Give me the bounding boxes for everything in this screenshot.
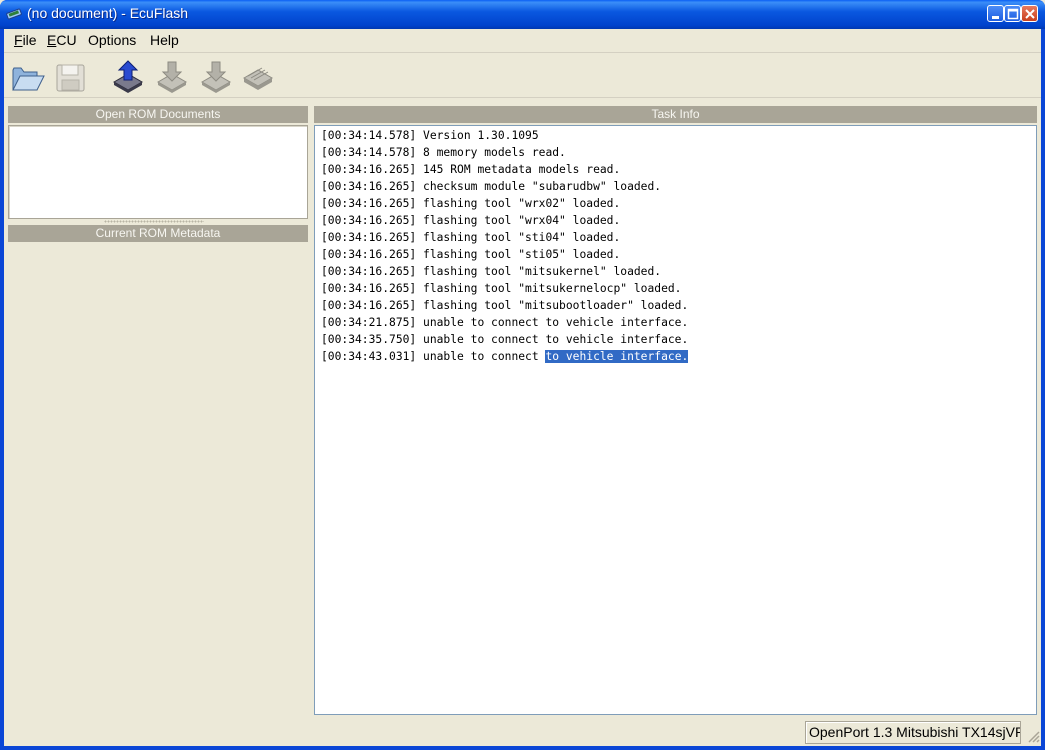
log-timestamp: [00:34:35.750] bbox=[321, 333, 417, 346]
log-line: [00:34:16.265] flashing tool "wrx04" loa… bbox=[321, 212, 1036, 229]
log-timestamp: [00:34:21.875] bbox=[321, 316, 417, 329]
log-message: unable to connect to vehicle interface. bbox=[423, 316, 689, 329]
log-message: flashing tool "sti04" loaded. bbox=[423, 231, 621, 244]
save-button[interactable] bbox=[54, 60, 90, 94]
minimize-button[interactable] bbox=[987, 5, 1004, 22]
open-rom-documents-header: Open ROM Documents bbox=[8, 106, 308, 123]
status-bar: OpenPort 1.3 Mitsubishi TX14sjVR bbox=[4, 721, 1041, 746]
close-icon bbox=[1025, 9, 1035, 19]
log-message: checksum module "subarudbw" loaded. bbox=[423, 180, 662, 193]
log-message: flashing tool "sti05" loaded. bbox=[423, 248, 621, 261]
log-line: [00:34:16.265] flashing tool "mitsukerne… bbox=[321, 280, 1036, 297]
menu-ecu-mnemonic: E bbox=[47, 32, 57, 48]
log-timestamp: [00:34:16.265] bbox=[321, 231, 417, 244]
maximize-button[interactable] bbox=[1004, 5, 1021, 22]
task-info-log[interactable]: [00:34:14.578] Version 1.30.1095 [00:34:1… bbox=[314, 125, 1037, 715]
menu-options[interactable]: Options bbox=[86, 32, 138, 48]
open-folder-icon bbox=[12, 67, 45, 91]
client-area: File ECU Options Help Open ROM Documents… bbox=[4, 29, 1041, 746]
read-rom-button[interactable] bbox=[110, 60, 146, 94]
menu-ecu[interactable]: ECU bbox=[45, 32, 79, 48]
save-disk-icon bbox=[56, 64, 85, 92]
log-line: [00:34:16.265] flashing tool "sti04" loa… bbox=[321, 229, 1036, 246]
write-rom-button[interactable] bbox=[198, 60, 234, 94]
log-line: [00:34:14.578] 8 memory models read. bbox=[321, 144, 1036, 161]
log-line: [00:34:16.265] 145 ROM metadata models r… bbox=[321, 161, 1036, 178]
window-title: (no document) - EcuFlash bbox=[27, 5, 189, 21]
menu-help[interactable]: Help bbox=[148, 32, 181, 48]
interface-status: OpenPort 1.3 Mitsubishi TX14sjVR bbox=[805, 721, 1021, 744]
log-message: flashing tool "mitsukernelocp" loaded. bbox=[423, 282, 682, 295]
log-message: flashing tool "mitsukernel" loaded. bbox=[423, 265, 662, 278]
app-window: (no document) - EcuFlash File ECU Option… bbox=[0, 0, 1045, 750]
log-line: [00:34:14.578] Version 1.30.1095 bbox=[321, 127, 1036, 144]
splitter-handle[interactable] bbox=[104, 220, 204, 223]
compare-chip-icon bbox=[242, 67, 274, 90]
log-message: flashing tool "wrx02" loaded. bbox=[423, 197, 621, 210]
log-message: flashing tool "mitsubootloader" loaded. bbox=[423, 299, 689, 312]
log-line: [00:34:43.031] unable to connect to vehi… bbox=[321, 348, 1036, 365]
log-timestamp: [00:34:16.265] bbox=[321, 265, 417, 278]
compare-button[interactable] bbox=[240, 60, 276, 94]
open-button[interactable] bbox=[10, 60, 46, 94]
log-line: [00:34:16.265] flashing tool "mitsukerne… bbox=[321, 263, 1036, 280]
menu-file-label: ile bbox=[22, 32, 37, 48]
ecuflash-app-icon bbox=[6, 8, 22, 20]
log-line: [00:34:35.750] unable to connect to vehi… bbox=[321, 331, 1036, 348]
close-button[interactable] bbox=[1021, 5, 1038, 22]
task-info-header: Task Info bbox=[314, 106, 1037, 123]
title-bar[interactable]: (no document) - EcuFlash bbox=[0, 0, 1045, 29]
menu-file-mnemonic: F bbox=[14, 32, 23, 48]
log-timestamp: [00:34:16.265] bbox=[321, 163, 417, 176]
test-write-button[interactable] bbox=[154, 60, 190, 94]
log-timestamp: [00:34:43.031] bbox=[321, 350, 417, 363]
log-timestamp: [00:34:16.265] bbox=[321, 214, 417, 227]
log-timestamp: [00:34:16.265] bbox=[321, 299, 417, 312]
menu-file[interactable]: File bbox=[12, 32, 39, 48]
read-rom-chip-icon bbox=[112, 60, 144, 93]
log-timestamp: [00:34:16.265] bbox=[321, 180, 417, 193]
log-message: flashing tool "wrx04" loaded. bbox=[423, 214, 621, 227]
menu-bar: File ECU Options Help bbox=[4, 29, 1041, 53]
current-rom-metadata-header: Current ROM Metadata bbox=[8, 225, 308, 242]
log-message: unable to connect to vehicle interface. bbox=[423, 333, 689, 346]
log-message: Version 1.30.1095 bbox=[423, 129, 539, 142]
log-timestamp: [00:34:14.578] bbox=[321, 129, 417, 142]
log-line: [00:34:16.265] checksum module "subarudb… bbox=[321, 178, 1036, 195]
log-message: unable to connect bbox=[423, 350, 546, 363]
menu-ecu-label: CU bbox=[56, 32, 77, 48]
resize-grip-icon[interactable] bbox=[1026, 729, 1040, 743]
log-line: [00:34:16.265] flashing tool "mitsubootl… bbox=[321, 297, 1036, 314]
log-timestamp: [00:34:16.265] bbox=[321, 197, 417, 210]
log-message: 145 ROM metadata models read. bbox=[423, 163, 621, 176]
log-timestamp: [00:34:16.265] bbox=[321, 282, 417, 295]
log-timestamp: [00:34:16.265] bbox=[321, 248, 417, 261]
log-line: [00:34:21.875] unable to connect to vehi… bbox=[321, 314, 1036, 331]
log-message: 8 memory models read. bbox=[423, 146, 566, 159]
write-rom-chip-icon bbox=[200, 61, 232, 93]
log-line: [00:34:16.265] flashing tool "wrx02" loa… bbox=[321, 195, 1036, 212]
test-write-chip-icon bbox=[156, 61, 188, 93]
minimize-icon bbox=[992, 16, 999, 19]
toolbar bbox=[4, 54, 1041, 98]
log-selected-text: to vehicle interface. bbox=[545, 350, 689, 363]
open-rom-documents-list[interactable] bbox=[8, 125, 308, 219]
log-line: [00:34:16.265] flashing tool "sti05" loa… bbox=[321, 246, 1036, 263]
maximize-icon bbox=[1007, 8, 1019, 20]
log-timestamp: [00:34:14.578] bbox=[321, 146, 417, 159]
